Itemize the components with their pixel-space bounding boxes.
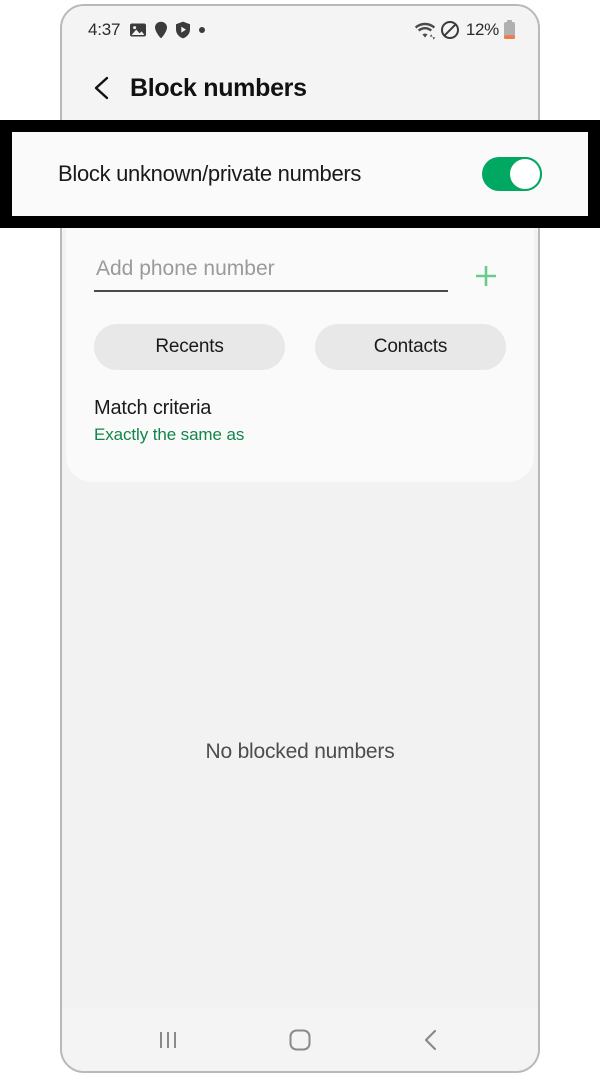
battery-icon: [503, 20, 516, 40]
match-criteria-row[interactable]: Match criteria Exactly the same as: [94, 370, 506, 445]
highlight-callout-toggle[interactable]: [482, 157, 542, 191]
wifi-icon: [414, 21, 436, 40]
home-nav-icon[interactable]: [270, 1020, 330, 1060]
mute-icon: [440, 20, 460, 40]
highlight-callout-row[interactable]: Block unknown/private numbers: [12, 132, 588, 216]
status-bar-right: 12%: [414, 20, 516, 40]
highlight-callout-label: Block unknown/private numbers: [58, 161, 362, 186]
shield-play-icon: [175, 21, 191, 39]
contacts-button[interactable]: Contacts: [315, 324, 506, 370]
app-header: Block numbers: [62, 54, 538, 122]
location-pin-icon: [154, 21, 168, 39]
settings-content: Block unknown/private numbers Recents: [62, 122, 538, 1009]
add-number-button[interactable]: [466, 256, 506, 296]
recents-nav-icon[interactable]: [138, 1020, 198, 1060]
page-title: Block numbers: [130, 73, 307, 102]
back-nav-icon[interactable]: [402, 1020, 462, 1060]
status-bar-left: 4:37: [88, 20, 206, 40]
system-navigation-bar: [62, 1009, 538, 1071]
dot-icon: [198, 26, 206, 34]
empty-state-message: No blocked numbers: [205, 740, 395, 763]
add-number-row: [94, 234, 506, 292]
recents-button[interactable]: Recents: [94, 324, 285, 370]
status-bar: 4:37 12%: [62, 6, 538, 54]
match-criteria-title: Match criteria: [94, 397, 212, 419]
highlight-toggle-knob: [508, 157, 542, 191]
source-chips: Recents Contacts: [94, 292, 506, 370]
back-arrow-icon[interactable]: [88, 73, 118, 103]
phone-number-input[interactable]: [94, 257, 448, 292]
image-icon: [129, 21, 147, 39]
status-time: 4:37: [88, 20, 121, 39]
highlight-callout: Block unknown/private numbers: [0, 120, 600, 228]
match-criteria-value: Exactly the same as: [94, 425, 245, 444]
battery-percent-label: 12%: [465, 20, 499, 39]
